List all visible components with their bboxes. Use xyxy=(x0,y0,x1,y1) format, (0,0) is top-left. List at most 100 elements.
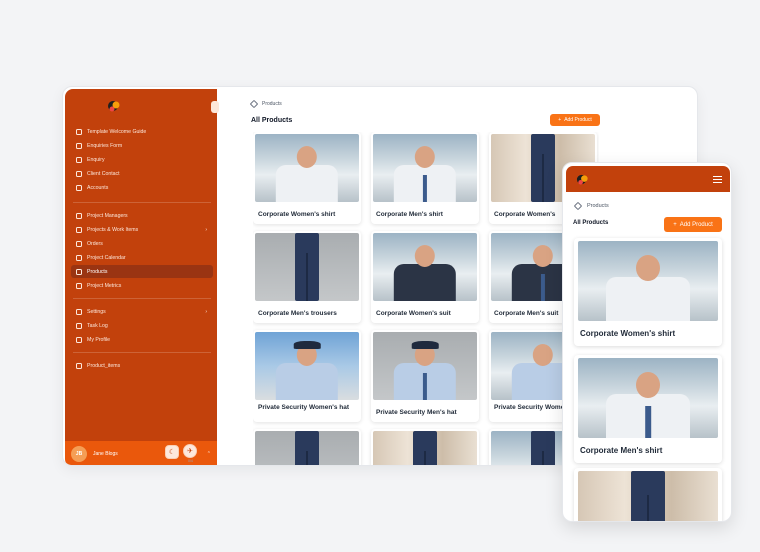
inbox-icon xyxy=(76,156,82,163)
list-icon xyxy=(76,322,82,329)
pin-icon xyxy=(76,240,82,247)
torso-shape xyxy=(606,277,690,321)
sidebar-item-my-profile[interactable]: My Profile xyxy=(71,333,213,346)
product-image xyxy=(578,471,718,521)
breadcrumb-label[interactable]: Products xyxy=(262,101,282,107)
product-card[interactable]: Private Security Men's hat xyxy=(371,330,479,422)
chevron-up-icon: ⌃ xyxy=(206,451,211,457)
rocket-icon: ✈ xyxy=(187,448,193,455)
sidebar-item-project-calendar[interactable]: Project Calendar xyxy=(71,251,213,264)
product-card[interactable] xyxy=(371,429,479,465)
product-title: Corporate Men's shirt xyxy=(580,446,663,455)
chart-icon xyxy=(76,282,82,289)
sidebar-item-template-welcome-guide[interactable]: Template Welcome Guide xyxy=(71,125,213,138)
sidebar-item-label: Products xyxy=(87,268,108,275)
hamburger-menu-icon[interactable] xyxy=(713,176,722,183)
legs-gap xyxy=(305,253,309,301)
sidebar-item-label: Project Metrics xyxy=(87,282,122,289)
user-icon xyxy=(76,170,82,177)
launch-caption: 0/4 xyxy=(188,459,193,463)
product-card[interactable]: Corporate Men's shirt xyxy=(371,132,479,224)
cube-icon xyxy=(76,268,82,275)
sidebar-item-label: Project Managers xyxy=(87,212,128,219)
sidebar-item-settings[interactable]: Settings › xyxy=(71,305,213,318)
product-image xyxy=(373,134,477,202)
tie-shape xyxy=(645,406,651,438)
sidebar-item-product-items[interactable]: Product_items xyxy=(71,359,213,372)
mobile-add-product-label: Add Product xyxy=(679,221,713,228)
mobile-add-product-button[interactable]: + Add Product xyxy=(664,217,722,232)
legs-gap xyxy=(541,451,545,465)
mobile-product-card[interactable]: Corporate Men's shirt xyxy=(574,355,722,463)
mobile-breadcrumb-label[interactable]: Products xyxy=(587,203,609,209)
cube-icon xyxy=(573,201,583,211)
sidebar-item-projects-work-items[interactable]: Projects & Work Items › xyxy=(71,223,213,236)
nav-divider xyxy=(73,202,211,203)
sidebar-item-label: Accounts xyxy=(87,184,109,191)
sidebar-item-products[interactable]: Products xyxy=(71,265,213,278)
nav-divider xyxy=(73,298,211,299)
product-title: Corporate Women's shirt xyxy=(580,329,676,338)
legs-gap xyxy=(305,451,309,465)
sidebar-item-label: Settings xyxy=(87,308,106,315)
product-card[interactable]: Corporate Men's trousers xyxy=(253,231,361,323)
nav-divider xyxy=(73,352,211,353)
document-icon xyxy=(76,362,82,369)
moon-icon: ☾ xyxy=(168,449,176,456)
mobile-header xyxy=(566,166,730,192)
collapse-sidebar-button[interactable] xyxy=(211,101,219,113)
legs-gap xyxy=(423,451,427,465)
calendar-icon xyxy=(76,254,82,261)
sidebar-item-label: Project Calendar xyxy=(87,254,126,261)
product-card[interactable]: Private Security Women's hat xyxy=(253,330,361,422)
mobile-window: Products All Products + Add Product Corp… xyxy=(562,162,732,522)
breadcrumb: Products xyxy=(249,99,282,109)
launch-button[interactable]: ✈ xyxy=(183,444,197,458)
product-image xyxy=(373,332,477,400)
product-card[interactable] xyxy=(253,429,361,465)
link-icon xyxy=(76,142,82,149)
sidebar-item-project-metrics[interactable]: Project Metrics xyxy=(71,279,213,292)
folder-icon xyxy=(76,226,82,233)
product-image xyxy=(255,134,359,202)
product-card[interactable]: Corporate Women's suit xyxy=(371,231,479,323)
sidebar: Template Welcome Guide Enquiries Form Enqu… xyxy=(65,89,219,465)
product-image xyxy=(255,233,359,301)
sidebar-item-enquiries-form[interactable]: Enquiries Form xyxy=(71,139,213,152)
product-card[interactable]: Corporate Women's shirt xyxy=(253,132,361,224)
product-image xyxy=(373,233,477,301)
torso-shape xyxy=(275,164,339,202)
sidebar-item-task-log[interactable]: Task Log xyxy=(71,319,213,332)
sidebar-item-client-contact[interactable]: Client Contact xyxy=(71,167,213,180)
legs-gap xyxy=(646,495,650,521)
clipboard-icon xyxy=(76,212,82,219)
torso-shape xyxy=(393,263,457,301)
product-title: Corporate Women's suit xyxy=(376,310,451,317)
document-icon xyxy=(76,128,82,135)
plus-icon: + xyxy=(558,117,562,123)
torso-shape xyxy=(275,362,339,400)
page-title: All Products xyxy=(251,117,293,124)
sidebar-item-label: Enquiries Form xyxy=(87,142,123,149)
add-product-label: Add Product xyxy=(564,117,592,123)
mobile-product-card[interactable] xyxy=(574,468,722,521)
logo-icon xyxy=(576,174,588,185)
theme-toggle-button[interactable]: ☾ xyxy=(165,445,179,459)
add-product-button[interactable]: + Add Product xyxy=(550,114,600,126)
product-title: Corporate Men's shirt xyxy=(376,211,443,218)
mobile-product-card[interactable]: Corporate Women's shirt xyxy=(574,238,722,346)
sidebar-item-enquiry[interactable]: Enquiry xyxy=(71,153,213,166)
profile-icon xyxy=(76,336,82,343)
tie-shape xyxy=(540,273,546,301)
sidebar-item-label: Enquiry xyxy=(87,156,105,163)
product-grid: Corporate Women's shirt Corporate Men's s… xyxy=(253,132,599,465)
product-image xyxy=(578,241,718,321)
product-image xyxy=(255,431,359,465)
sidebar-item-accounts[interactable]: Accounts xyxy=(71,181,213,194)
mobile-breadcrumb: Products xyxy=(573,201,609,211)
sidebar-item-project-managers[interactable]: Project Managers xyxy=(71,209,213,222)
hat-shape xyxy=(293,340,321,349)
sidebar-item-orders[interactable]: Orders xyxy=(71,237,213,250)
sidebar-item-label: Client Contact xyxy=(87,170,120,177)
gear-icon xyxy=(76,308,82,315)
